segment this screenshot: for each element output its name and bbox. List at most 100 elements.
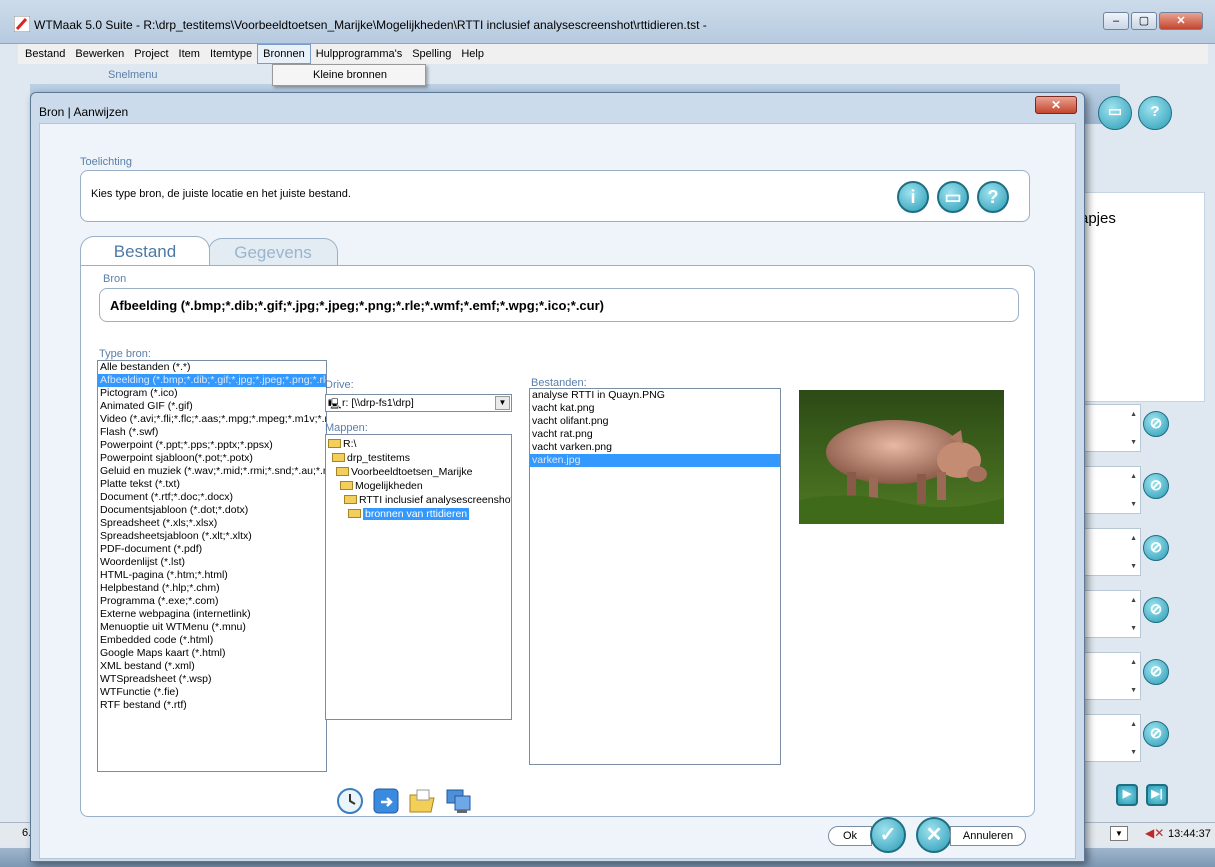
- type-bron-item[interactable]: WTSpreadsheet (*.wsp): [98, 673, 326, 686]
- type-bron-item[interactable]: Documentsjabloon (*.dot;*.dotx): [98, 504, 326, 517]
- toelichting-text: Kies type bron, de juiste locatie en het…: [91, 188, 351, 200]
- type-bron-item[interactable]: Video (*.avi;*.fli;*.flc;*.aas;*.mpg;*.m…: [98, 413, 326, 426]
- type-bron-item[interactable]: Geluid en muziek (*.wav;*.mid;*.rmi;*.sn…: [98, 465, 326, 478]
- menu-itemtype[interactable]: Itemtype: [205, 44, 257, 64]
- menu-kleine-bronnen[interactable]: Kleine bronnen: [313, 69, 387, 81]
- main-titlebar: WTMaak 5.0 Suite - R:\drp_testitems\Voor…: [0, 0, 1215, 44]
- main-close-button[interactable]: ✕: [1159, 12, 1203, 30]
- mappen-label: Mappen:: [325, 422, 368, 434]
- ok-button[interactable]: Ok: [828, 826, 872, 846]
- type-bron-item[interactable]: XML bestand (*.xml): [98, 660, 326, 673]
- folder-item[interactable]: Mogelijkheden: [326, 479, 511, 493]
- folder-item[interactable]: R:\: [326, 437, 511, 451]
- help-icon[interactable]: ?: [1138, 96, 1172, 130]
- link-icon[interactable]: ⊘: [1143, 473, 1169, 499]
- type-bron-item[interactable]: Spreadsheet (*.xls;*.xlsx): [98, 517, 326, 530]
- type-bron-item[interactable]: Google Maps kaart (*.html): [98, 647, 326, 660]
- speaker-icon[interactable]: ◀✕: [1145, 826, 1164, 840]
- link-icon[interactable]: ⊘: [1143, 535, 1169, 561]
- bestanden-listbox[interactable]: analyse RTTI in Quayn.PNG vacht kat.png va…: [529, 388, 781, 765]
- type-bron-item[interactable]: Animated GIF (*.gif): [98, 400, 326, 413]
- menubar: Bestand Bewerken Project Item Itemtype B…: [18, 44, 1208, 64]
- folder-item[interactable]: drp_testitems: [326, 451, 511, 465]
- folder-label: bronnen van rttidieren: [363, 508, 470, 520]
- minimize-button[interactable]: –: [1103, 12, 1129, 30]
- menu-bronnen[interactable]: Bronnen: [257, 44, 311, 64]
- chevron-down-icon[interactable]: ▼: [495, 396, 510, 410]
- type-bron-item[interactable]: HTML-pagina (*.htm;*.html): [98, 569, 326, 582]
- tab-bestand[interactable]: Bestand: [80, 236, 210, 266]
- type-bron-item[interactable]: WTFunctie (*.fie): [98, 686, 326, 699]
- bestand-tab-panel: Bron Afbeelding (*.bmp;*.dib;*.gif;*.jpg…: [80, 265, 1035, 817]
- network-icon[interactable]: [443, 786, 473, 816]
- type-bron-item[interactable]: Afbeelding (*.bmp;*.dib;*.gif;*.jpg;*.jp…: [98, 374, 326, 387]
- type-bron-listbox[interactable]: Alle bestanden (*.*) Afbeelding (*.bmp;*.…: [97, 360, 327, 772]
- dialog-title: Bron | Aanwijzen: [39, 105, 129, 119]
- snelmenu-label: Snelmenu: [108, 69, 158, 81]
- type-bron-item[interactable]: Spreadsheetsjabloon (*.xlt;*.xltx): [98, 530, 326, 543]
- type-bron-item[interactable]: Alle bestanden (*.*): [98, 361, 326, 374]
- type-bron-item[interactable]: Pictogram (*.ico): [98, 387, 326, 400]
- menu-item[interactable]: Item: [174, 44, 205, 64]
- folder-item[interactable]: Voorbeeldtoetsen_Marijke: [326, 465, 511, 479]
- clock-icon[interactable]: [335, 786, 365, 816]
- menu-bewerken[interactable]: Bewerken: [70, 44, 129, 64]
- menu-project[interactable]: Project: [129, 44, 173, 64]
- link-icon[interactable]: ⊘: [1143, 597, 1169, 623]
- refresh-icon[interactable]: [371, 786, 401, 816]
- type-bron-item[interactable]: Flash (*.swf): [98, 426, 326, 439]
- type-bron-item[interactable]: Embedded code (*.html): [98, 634, 326, 647]
- file-item[interactable]: vacht kat.png: [530, 402, 780, 415]
- presentation-icon[interactable]: ▭: [937, 181, 969, 213]
- clock: 13:44:37: [1168, 828, 1211, 840]
- last-button[interactable]: ▶|: [1146, 784, 1168, 806]
- file-item[interactable]: vacht varken.png: [530, 441, 780, 454]
- folder-label: Mogelijkheden: [355, 480, 423, 492]
- tab-gegevens[interactable]: Gegevens: [208, 238, 338, 266]
- network-drive-icon: 🖳: [328, 399, 342, 410]
- type-bron-item[interactable]: Powerpoint (*.ppt;*.pps;*.pptx;*.ppsx): [98, 439, 326, 452]
- folder-open-icon[interactable]: [407, 786, 437, 816]
- drive-select[interactable]: 🖳 r: [\\drp-fs1\drp] ▼: [325, 394, 512, 412]
- folder-item[interactable]: RTTI inclusief analysescreenshot: [326, 493, 511, 507]
- drive-value: r: [\\drp-fs1\drp]: [342, 397, 414, 409]
- type-bron-item[interactable]: Woordenlijst (*.lst): [98, 556, 326, 569]
- link-icon[interactable]: ⊘: [1143, 659, 1169, 685]
- cancel-icon[interactable]: ✕: [916, 817, 952, 853]
- status-dropdown[interactable]: ▼: [1110, 826, 1128, 841]
- type-bron-item[interactable]: Powerpoint sjabloon(*.pot;*.potx): [98, 452, 326, 465]
- type-bron-item[interactable]: PDF-document (*.pdf): [98, 543, 326, 556]
- help-icon[interactable]: ?: [977, 181, 1009, 213]
- file-item[interactable]: varken.jpg: [530, 454, 780, 467]
- file-item[interactable]: analyse RTTI in Quayn.PNG: [530, 389, 780, 402]
- bron-value: Afbeelding (*.bmp;*.dib;*.gif;*.jpg;*.jp…: [110, 298, 604, 313]
- type-bron-item[interactable]: Helpbestand (*.hlp;*.chm): [98, 582, 326, 595]
- menu-hulpprogrammas[interactable]: Hulpprogramma's: [311, 44, 407, 64]
- type-bron-item[interactable]: Externe webpagina (internetlink): [98, 608, 326, 621]
- presentation-icon[interactable]: ▭: [1098, 96, 1132, 130]
- maximize-button[interactable]: ▢: [1131, 12, 1157, 30]
- file-item[interactable]: vacht olifant.png: [530, 415, 780, 428]
- check-icon[interactable]: ✓: [870, 817, 906, 853]
- menu-bestand[interactable]: Bestand: [20, 44, 70, 64]
- next-button[interactable]: ▶: [1116, 784, 1138, 806]
- link-icon[interactable]: ⊘: [1143, 411, 1169, 437]
- type-bron-item[interactable]: Menuoptie uit WTMenu (*.mnu): [98, 621, 326, 634]
- menu-spelling[interactable]: Spelling: [407, 44, 456, 64]
- mappen-tree[interactable]: R:\ drp_testitems Voorbeeldtoetsen_Marijke…: [325, 434, 512, 720]
- folder-item[interactable]: bronnen van rttidieren: [326, 507, 511, 521]
- dialog-titlebar: Bron | Aanwijzen ✕: [31, 93, 1084, 123]
- link-icon[interactable]: ⊘: [1143, 721, 1169, 747]
- folder-icon: [340, 481, 353, 490]
- menu-help[interactable]: Help: [456, 44, 489, 64]
- info-icon[interactable]: i: [897, 181, 929, 213]
- type-bron-item[interactable]: Document (*.rtf;*.doc;*.docx): [98, 491, 326, 504]
- type-bron-label: Type bron:: [99, 348, 151, 360]
- type-bron-item[interactable]: Programma (*.exe;*.com): [98, 595, 326, 608]
- type-bron-item[interactable]: Platte tekst (*.txt): [98, 478, 326, 491]
- annuleren-button[interactable]: Annuleren: [950, 826, 1026, 846]
- type-bron-item[interactable]: RTF bestand (*.rtf): [98, 699, 326, 712]
- dialog-close-button[interactable]: ✕: [1035, 96, 1077, 114]
- file-item[interactable]: vacht rat.png: [530, 428, 780, 441]
- folder-icon: [336, 467, 349, 476]
